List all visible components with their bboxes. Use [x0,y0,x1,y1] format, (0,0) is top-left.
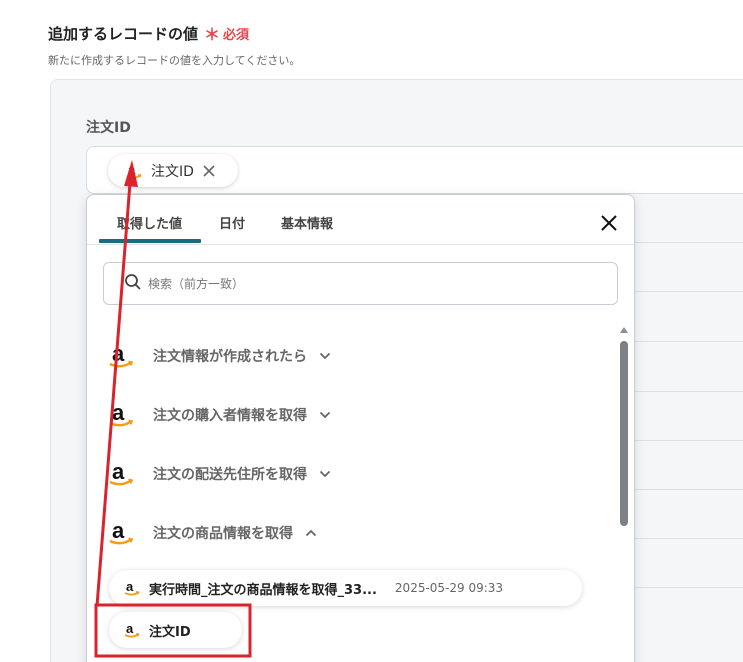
group-buyer-info[interactable]: a 注文の購入者情報を取得 [109,395,331,435]
amazon-icon: a [109,401,135,429]
group-product-info[interactable]: a 注文の商品情報を取得 [109,513,317,553]
tab-bar: 取得した値 日付 基本情報 [87,195,634,245]
section-title: 追加するレコードの値 ＊ 必須 [48,21,249,45]
value-label: 実行時間_注文の商品情報を取得_33... [149,582,377,598]
svg-text:a: a [126,621,134,636]
tab-acquired-values[interactable]: 取得した値 [117,213,182,232]
group-order-created[interactable]: a 注文情報が作成されたら [109,336,331,376]
divider [634,440,743,441]
tab-basic-info[interactable]: 基本情報 [281,213,333,232]
search-field[interactable] [103,262,618,305]
divider [634,391,743,392]
group-shipping-address[interactable]: a 注文の配送先住所を取得 [109,454,331,494]
svg-text:a: a [112,460,125,484]
value-label: 注文ID [149,624,191,640]
amazon-icon: a [123,579,141,597]
close-icon[interactable] [202,164,216,178]
chevron-down-icon [319,470,331,478]
divider [634,489,743,490]
value-timestamp: 2025-05-29 09:33 [394,581,504,595]
tab-date[interactable]: 日付 [219,213,245,232]
group-label: 注文情報が作成されたら [153,349,307,365]
divider [634,538,743,539]
search-input[interactable] [148,276,588,291]
amazon-icon: a [109,519,135,547]
chevron-down-icon [319,352,331,360]
order-id-token[interactable]: a 注文ID [108,154,238,187]
divider [634,341,743,342]
svg-text:a: a [112,519,125,543]
amazon-icon: a [123,621,141,639]
svg-text:a: a [126,579,134,594]
scrollbar-thumb[interactable] [620,341,628,526]
field-label: 注文ID [86,120,131,136]
section-description: 新たに作成するレコードの値を入力してください。 [48,54,301,67]
divider [634,587,743,588]
divider [634,291,743,292]
chevron-down-icon [319,411,331,419]
search-icon [124,273,142,295]
active-tab-indicator [99,239,201,243]
group-label: 注文の商品情報を取得 [153,526,293,542]
group-label: 注文の購入者情報を取得 [153,408,307,424]
svg-text:a: a [128,162,136,177]
token-label: 注文ID [151,163,194,180]
divider [634,242,743,243]
required-star: ＊ [204,25,221,44]
svg-text:a: a [112,401,125,425]
value-execution-time[interactable]: a 実行時間_注文の商品情報を取得_33... 2025-05-29 09:33 [109,570,582,606]
section-title-text: 追加するレコードの値 [48,24,199,43]
value-picker-dropdown: 取得した値 日付 基本情報 a 注文情報が作成されたら a 注文の購入者情報を取… [86,194,635,662]
value-order-id[interactable]: a 注文ID [109,612,242,648]
amazon-icon: a [125,162,143,180]
close-icon[interactable] [599,213,619,233]
amazon-icon: a [109,460,135,488]
amazon-icon: a [109,342,135,370]
scroll-up-arrow[interactable] [620,327,628,333]
required-label: 必須 [223,27,250,43]
chevron-up-icon [305,529,317,537]
group-label: 注文の配送先住所を取得 [153,467,307,483]
svg-text:a: a [112,342,125,366]
